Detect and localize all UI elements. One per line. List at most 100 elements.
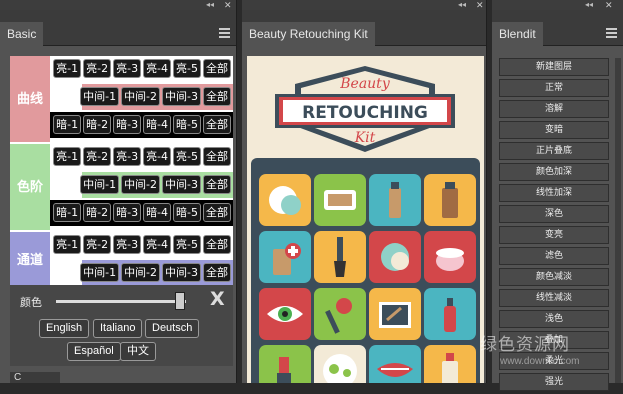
- tool-lips-icon[interactable]: [369, 345, 421, 383]
- tool-add-bottle-icon[interactable]: [259, 231, 311, 283]
- lang-deutsch-button[interactable]: Deutsch: [145, 319, 200, 338]
- collapse-icon[interactable]: ◂◂: [585, 0, 593, 10]
- adjust-button[interactable]: 全部: [203, 203, 231, 222]
- close-icon[interactable]: ✕: [224, 0, 232, 10]
- adjust-button[interactable]: 中间-2: [121, 175, 161, 194]
- adjust-button[interactable]: 中间-1: [80, 263, 120, 282]
- color-slider-thumb[interactable]: [174, 292, 185, 310]
- blend-mode-button[interactable]: 变亮: [499, 226, 609, 244]
- tool-eyeshadow-icon[interactable]: [369, 288, 421, 340]
- adjust-button[interactable]: 全部: [203, 235, 231, 254]
- basic-panel: ◂◂ ✕ Basic 曲线 亮-1 亮-2 亮-3 亮-4 亮-5 全部 中间-1 中间-2 中间…: [0, 0, 237, 383]
- adjust-button[interactable]: 暗-5: [173, 115, 201, 134]
- adjust-button[interactable]: 中间-1: [80, 87, 120, 106]
- tab-bottom[interactable]: C: [10, 372, 60, 383]
- adjust-button[interactable]: 中间-2: [121, 87, 161, 106]
- adjust-button[interactable]: 全部: [203, 175, 231, 194]
- blend-mode-button[interactable]: 线性加深: [499, 184, 609, 202]
- collapse-icon[interactable]: ◂◂: [206, 0, 214, 10]
- adjust-button[interactable]: 中间-2: [121, 263, 161, 282]
- adjust-button[interactable]: 亮-5: [173, 147, 201, 166]
- adjust-button[interactable]: 暗-2: [83, 203, 112, 222]
- tool-powder-icon[interactable]: [259, 174, 311, 226]
- blend-mode-button[interactable]: 强光: [499, 373, 609, 391]
- adjust-button[interactable]: 暗-2: [83, 115, 112, 134]
- tool-sponge-icon[interactable]: [369, 231, 421, 283]
- adjust-button[interactable]: 亮-3: [113, 147, 142, 166]
- blend-mode-button[interactable]: 变暗: [499, 121, 609, 139]
- adjust-button[interactable]: 全部: [203, 147, 231, 166]
- blend-mode-button[interactable]: 正常: [499, 79, 609, 97]
- adjust-button[interactable]: 亮-3: [113, 59, 142, 78]
- logo-kit-text: Kit: [354, 130, 376, 146]
- adjust-button[interactable]: 暗-4: [143, 203, 172, 222]
- tool-blush-jar-icon[interactable]: [424, 231, 476, 283]
- adjust-button[interactable]: 亮-2: [83, 59, 112, 78]
- scrollbar[interactable]: [615, 58, 621, 383]
- adjust-button[interactable]: 全部: [203, 87, 231, 106]
- adjust-button[interactable]: 中间-3: [162, 263, 201, 282]
- lang-italiano-button[interactable]: Italiano: [93, 319, 143, 338]
- adjust-button[interactable]: 全部: [203, 115, 231, 134]
- adjust-button[interactable]: 暗-3: [113, 203, 142, 222]
- adjust-button[interactable]: 亮-1: [53, 59, 82, 78]
- adjust-button[interactable]: 暗-1: [53, 115, 82, 134]
- color-slider-track[interactable]: [56, 300, 186, 303]
- tool-concealer-icon[interactable]: [424, 174, 476, 226]
- adjust-button[interactable]: 全部: [203, 263, 231, 282]
- tab-blendit[interactable]: Blendit: [492, 22, 543, 46]
- blend-mode-button[interactable]: 深色: [499, 205, 609, 223]
- tool-foundation-icon[interactable]: [369, 174, 421, 226]
- adjust-button[interactable]: 亮-5: [173, 235, 201, 254]
- button-row: 中间-1 中间-2 中间-3 全部: [80, 87, 231, 106]
- adjust-button[interactable]: 亮-1: [53, 147, 82, 166]
- adjust-button[interactable]: 亮-2: [83, 147, 112, 166]
- blend-mode-button[interactable]: 颜色加深: [499, 163, 609, 181]
- tab-beauty-retouching-kit[interactable]: Beauty Retouching Kit: [242, 22, 375, 46]
- adjust-button[interactable]: 亮-4: [143, 59, 172, 78]
- blend-mode-button[interactable]: 溶解: [499, 100, 609, 118]
- blend-mode-button[interactable]: 颜色减淡: [499, 268, 609, 286]
- lang-english-button[interactable]: English: [39, 319, 90, 338]
- adjust-button[interactable]: 亮-5: [173, 59, 201, 78]
- tool-lipstick-icon[interactable]: [259, 345, 311, 383]
- tool-blush-brush-icon[interactable]: [314, 288, 366, 340]
- tool-brush-icon[interactable]: [314, 231, 366, 283]
- adjust-button[interactable]: 亮-4: [143, 147, 172, 166]
- close-icon[interactable]: ✕: [605, 0, 613, 10]
- blend-mode-button[interactable]: 正片叠底: [499, 142, 609, 160]
- adjust-button[interactable]: 亮-2: [83, 235, 112, 254]
- lang-espanol-button[interactable]: Español: [67, 342, 121, 361]
- tool-spray-icon[interactable]: [424, 288, 476, 340]
- adjust-button[interactable]: 全部: [203, 59, 231, 78]
- blend-mode-button[interactable]: 新建图层: [499, 58, 609, 76]
- tab-basic[interactable]: Basic: [0, 22, 44, 46]
- panel-header-strip: ◂◂ ✕: [242, 0, 486, 10]
- adjust-button[interactable]: 亮-1: [53, 235, 82, 254]
- panel-menu-icon[interactable]: [606, 28, 617, 40]
- collapse-icon[interactable]: ◂◂: [458, 0, 466, 10]
- close-icon[interactable]: ✕: [476, 0, 484, 10]
- adjust-button[interactable]: 暗-5: [173, 203, 201, 222]
- adjust-button[interactable]: 中间-1: [80, 175, 120, 194]
- adjust-button[interactable]: 亮-3: [113, 235, 142, 254]
- tool-eye-icon[interactable]: [259, 288, 311, 340]
- adjust-button[interactable]: 中间-3: [162, 175, 201, 194]
- adjust-button[interactable]: 暗-4: [143, 115, 172, 134]
- adjust-button[interactable]: 中间-3: [162, 87, 201, 106]
- button-row: 暗-1 暗-2 暗-3 暗-4 暗-5 全部: [53, 115, 231, 134]
- watermark-subtext: www.downcc.com: [500, 356, 580, 367]
- panel-menu-icon[interactable]: [219, 28, 230, 40]
- tool-liquid-icon[interactable]: [424, 345, 476, 383]
- adjust-button[interactable]: 暗-3: [113, 115, 142, 134]
- logo-retouching-text: RETOUCHING: [302, 103, 428, 123]
- blend-mode-button[interactable]: 滤色: [499, 247, 609, 265]
- lang-chinese-button[interactable]: 中文: [120, 342, 156, 361]
- tool-face-mask-icon[interactable]: [314, 345, 366, 383]
- blend-mode-button[interactable]: 线性减淡: [499, 289, 609, 307]
- reset-x-button[interactable]: X: [210, 288, 225, 310]
- blend-mode-button[interactable]: 浅色: [499, 310, 609, 328]
- adjust-button[interactable]: 暗-1: [53, 203, 82, 222]
- adjust-button[interactable]: 亮-4: [143, 235, 172, 254]
- tool-compact-icon[interactable]: [314, 174, 366, 226]
